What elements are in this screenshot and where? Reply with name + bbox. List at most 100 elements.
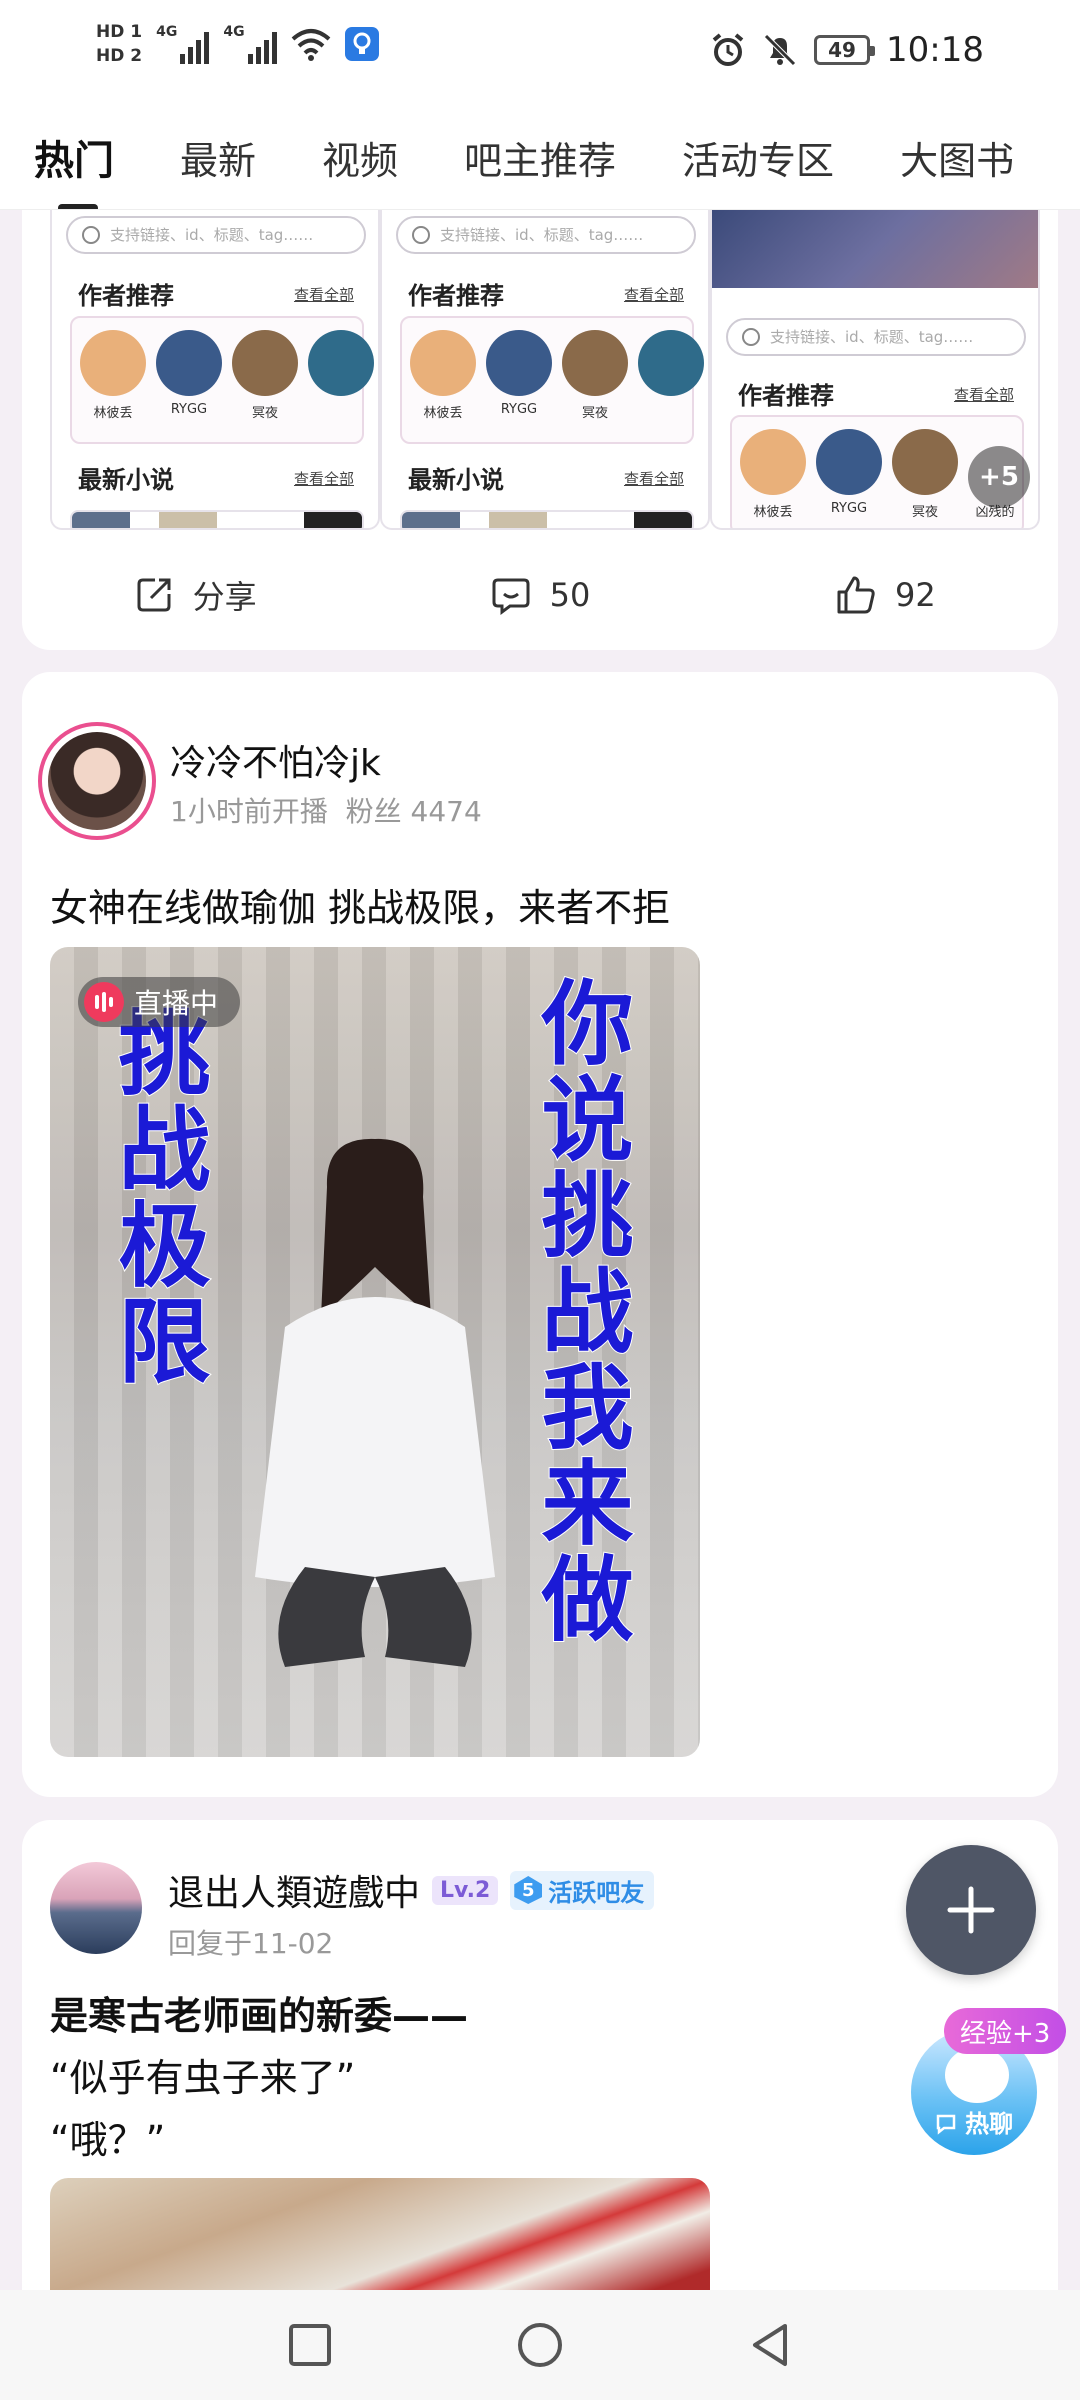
post-card-1[interactable]: 支持链接、id、标题、tag…… 作者推荐 查看全部 林彼丢 RYGG 冥夜 最…: [22, 210, 1058, 650]
mini-see-all: 查看全部: [293, 286, 354, 304]
mini-avatar: [410, 330, 476, 396]
mini-search-bar: 支持链接、id、标题、tag……: [396, 216, 696, 254]
status-left: HD 1 HD 2 4G 4G: [96, 22, 379, 66]
tab-hot[interactable]: 热门: [34, 128, 114, 209]
avatar[interactable]: [50, 1862, 142, 1954]
mini-author-name: RYGG: [500, 402, 538, 417]
like-button[interactable]: 92: [713, 555, 1058, 635]
post-1-image-2[interactable]: 支持链接、id、标题、tag…… 作者推荐 查看全部 林彼丢 RYGG 冥夜 最…: [380, 210, 710, 530]
mini-author-heading: 作者推荐: [738, 382, 834, 410]
signal-1-icon: 4G: [156, 24, 210, 64]
tab-events[interactable]: 活动专区: [682, 130, 834, 185]
mini-author-name: 林彼丢: [753, 505, 793, 520]
create-post-button[interactable]: [906, 1845, 1036, 1975]
mini-author-name: RYGG: [830, 501, 868, 516]
active-level-icon: 5: [514, 1876, 543, 1904]
mini-avatar: [816, 429, 882, 495]
net2-label: 4G: [223, 24, 245, 40]
post-3-line-2: “哦？”: [50, 2118, 166, 2162]
hd1-label: HD 1: [96, 22, 143, 42]
tab-latest[interactable]: 最新: [180, 130, 256, 185]
post-2-live-image[interactable]: 挑战极限 你说挑战我来做 直播中: [50, 947, 700, 1757]
home-icon[interactable]: [515, 2320, 565, 2370]
system-nav-bar: [0, 2290, 1080, 2400]
plus-icon: [947, 1886, 995, 1934]
share-button[interactable]: 分享: [22, 555, 367, 635]
post-2-meta: 1小时前开播 粉丝 4474: [170, 795, 482, 828]
mascot-icon: [945, 2047, 1009, 2103]
mini-see-all: 查看全部: [953, 386, 1014, 404]
post-1-images: 支持链接、id、标题、tag…… 作者推荐 查看全部 林彼丢 RYGG 冥夜 最…: [50, 210, 1040, 530]
mini-see-all: 查看全部: [623, 286, 684, 304]
mini-avatar: [562, 330, 628, 396]
post-1-image-3[interactable]: 支持链接、id、标题、tag…… 作者推荐 查看全部 林彼丢 RYGG 冥夜 凶…: [710, 210, 1040, 530]
signal-2-icon: 4G: [223, 24, 277, 64]
status-right: 49 10:18: [710, 30, 984, 70]
active-member-label: 活跃吧友: [548, 1878, 645, 1907]
comment-count: 50: [549, 576, 591, 614]
overlay-text-left: 挑战极限: [102, 1004, 211, 1390]
post-1-image-1[interactable]: 支持链接、id、标题、tag…… 作者推荐 查看全部 林彼丢 RYGG 冥夜 最…: [50, 210, 380, 530]
post-3-user-row: 退出人類遊戲中 Lv.2 5 活跃吧友: [168, 1864, 655, 1916]
hot-chat-label: 热聊: [911, 2104, 1037, 2139]
mini-avatar: [80, 330, 146, 396]
post-card-2[interactable]: 冷冷不怕冷jk 1小时前开播 粉丝 4474 女神在线做瑜伽 挑战极限，来者不拒…: [22, 672, 1058, 1797]
mini-search-bar: 支持链接、id、标题、tag……: [726, 318, 1026, 356]
recents-icon[interactable]: [285, 2320, 335, 2370]
overlay-text-right: 你说挑战我来做: [525, 974, 634, 1648]
mini-avatar: [892, 429, 958, 495]
alarm-icon: [712, 33, 744, 66]
post-1-actions: 分享 50 92: [22, 555, 1058, 635]
mini-avatar: [638, 330, 704, 396]
battery-level: 49: [828, 38, 856, 62]
mini-author-name: 冥夜: [251, 406, 278, 421]
live-icon: [84, 982, 124, 1022]
live-badge-label: 直播中: [134, 987, 219, 1020]
mini-novel-strip: [70, 510, 364, 528]
level-badge: Lv.2: [432, 1875, 499, 1905]
post-2-username[interactable]: 冷冷不怕冷jk: [170, 734, 381, 786]
tab-video[interactable]: 视频: [322, 130, 398, 185]
comment-button[interactable]: 50: [367, 555, 712, 635]
share-label: 分享: [192, 578, 257, 616]
post-3-line-1: “似乎有虫子来了”: [50, 2056, 356, 2100]
mini-see-all: 查看全部: [623, 470, 684, 488]
post-3-meta: 回复于11-02: [168, 1927, 334, 1960]
post-3-title[interactable]: 是寒古老师画的新委——: [50, 1985, 468, 2040]
post-3-username[interactable]: 退出人類遊戲中: [168, 1864, 420, 1916]
mini-author-name: RYGG: [170, 402, 208, 417]
live-avatar[interactable]: [38, 722, 156, 840]
app-notification-icon: [344, 27, 379, 61]
post-card-3[interactable]: 退出人類遊戲中 Lv.2 5 活跃吧友 回复于11-02 是寒古老师画的新委——…: [22, 1820, 1058, 2300]
mini-illustration: [712, 210, 1038, 288]
mini-avatar: [308, 330, 374, 396]
net1-label: 4G: [156, 24, 178, 40]
mini-avatar: [232, 330, 298, 396]
post-3-image[interactable]: [50, 2178, 710, 2300]
mute-bell-icon: [764, 34, 796, 66]
mini-search-bar: 支持链接、id、标题、tag……: [66, 216, 366, 254]
tab-moderator-picks[interactable]: 吧主推荐: [464, 130, 616, 185]
tab-big-picture[interactable]: 大图书: [900, 130, 1014, 185]
mini-novel-heading: 最新小说: [408, 466, 504, 494]
thumbs-up-icon: [837, 576, 875, 614]
hd-indicators: HD 1 HD 2: [96, 22, 142, 66]
person-figure: [255, 1138, 495, 1667]
clock: 10:18: [886, 30, 984, 70]
battery-icon: 49: [814, 35, 876, 65]
mini-avatar: [156, 330, 222, 396]
mini-avatar: [740, 429, 806, 495]
post-2-text[interactable]: 女神在线做瑜伽 挑战极限，来者不拒: [50, 877, 670, 932]
mini-author-name: 林彼丢: [423, 406, 463, 421]
mini-author-box: 林彼丢 RYGG 冥夜: [400, 316, 704, 444]
hd2-label: HD 2: [96, 46, 143, 66]
hot-chat-text: 热聊: [965, 2110, 1014, 2138]
chat-bubble-icon: [936, 2114, 956, 2135]
back-icon[interactable]: [745, 2320, 795, 2370]
comment-icon: [492, 578, 530, 615]
status-bar: HD 1 HD 2 4G 4G 49 10:18: [0, 0, 1080, 105]
mini-author-box: 林彼丢 RYGG 冥夜: [70, 316, 374, 444]
mini-novel-heading: 最新小说: [78, 466, 174, 494]
share-icon: [137, 578, 171, 612]
more-images-count[interactable]: +5: [968, 446, 1030, 508]
